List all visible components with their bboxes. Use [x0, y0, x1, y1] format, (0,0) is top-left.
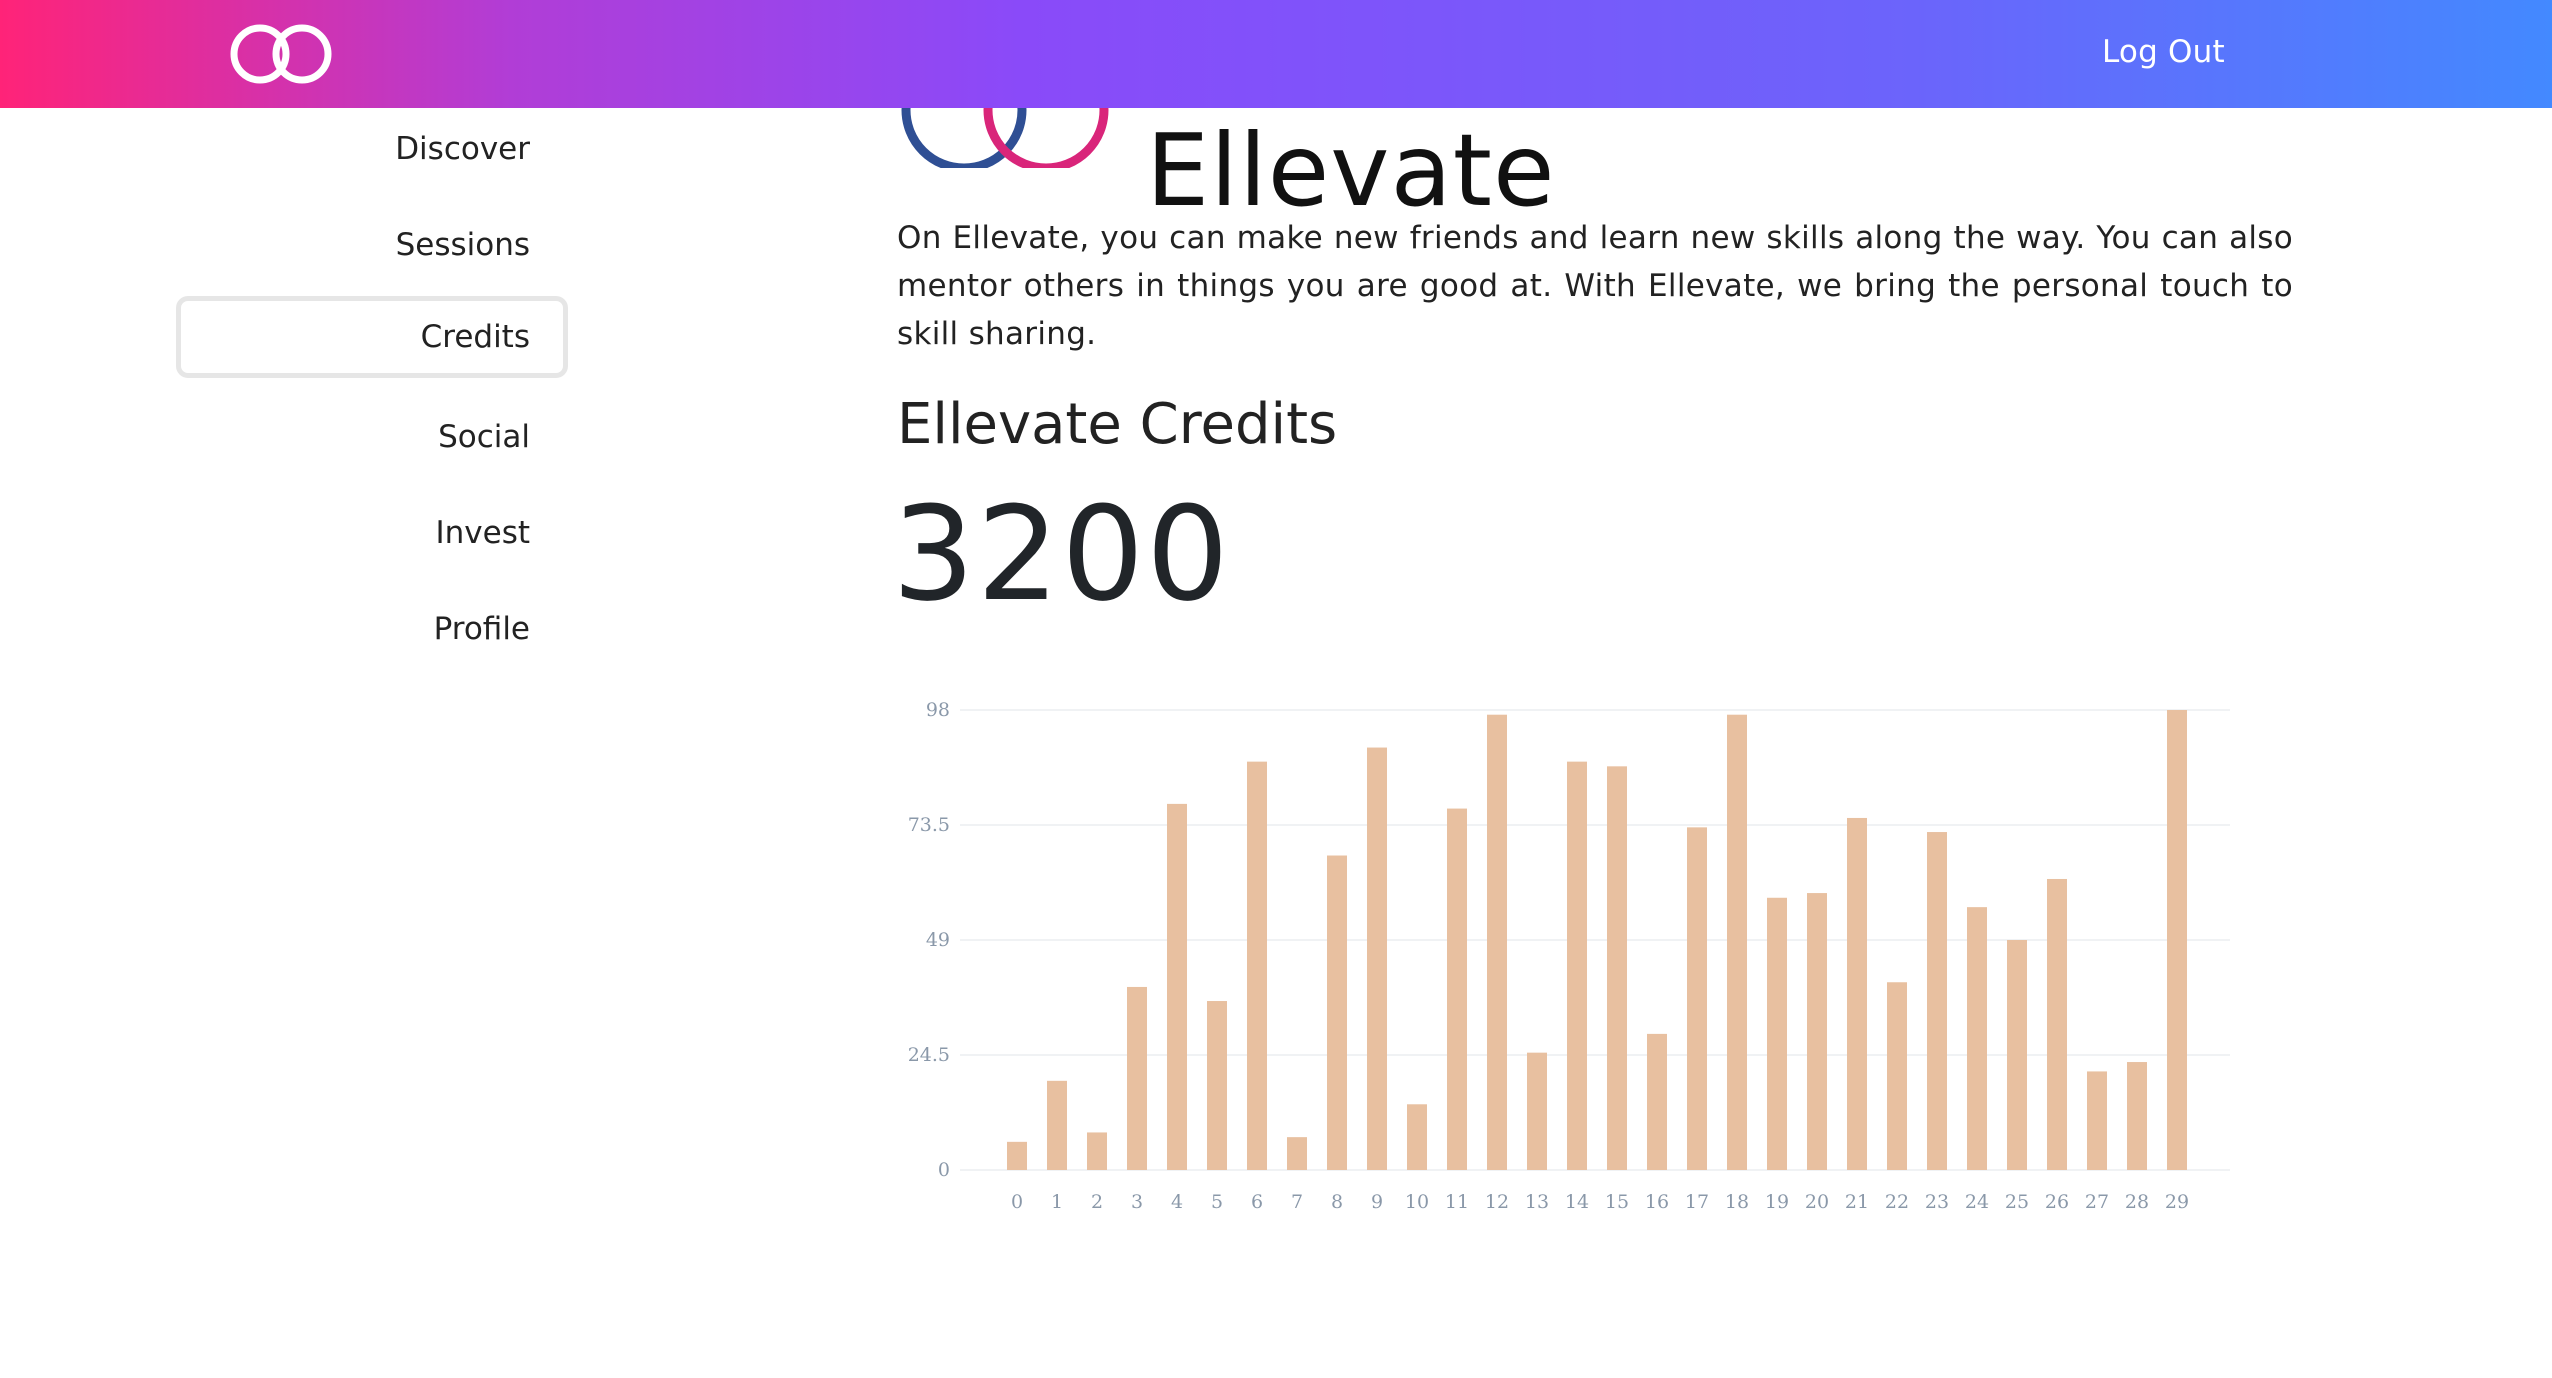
x-tick-label: 26: [2045, 1191, 2069, 1213]
credits-heading: Ellevate Credits: [897, 392, 1338, 457]
x-tick-label: 24: [1965, 1191, 1989, 1213]
logout-button[interactable]: Log Out: [2102, 34, 2225, 70]
brand-logo-icon[interactable]: [228, 22, 334, 86]
bar[interactable]: [1487, 714, 1507, 1170]
x-tick-label: 16: [1645, 1191, 1669, 1213]
x-tick-label: 14: [1565, 1191, 1589, 1213]
bar[interactable]: [1367, 747, 1387, 1170]
bar[interactable]: [1967, 907, 1987, 1170]
bar[interactable]: [1207, 1001, 1227, 1170]
x-tick-label: 0: [1011, 1191, 1023, 1213]
x-tick-label: 2: [1091, 1191, 1103, 1213]
bar[interactable]: [2087, 1071, 2107, 1170]
credits-bar-chart: 024.54973.5980 1 2 3 4 5 6 7 8 9 10 11 12 13 14 15 16 17 1…: [908, 699, 2230, 1213]
x-tick-label: 28: [2125, 1191, 2149, 1213]
x-tick-label: 19: [1765, 1191, 1789, 1213]
bar[interactable]: [1327, 855, 1347, 1170]
x-tick-label: 9: [1371, 1191, 1383, 1213]
bar[interactable]: [1927, 832, 1947, 1170]
logo-wordmark: Ellevate: [1146, 112, 1556, 229]
bar[interactable]: [2127, 1062, 2147, 1170]
x-tick-label: 6: [1251, 1191, 1263, 1213]
y-tick-label: 73.5: [908, 814, 950, 836]
x-tick-label: 13: [1525, 1191, 1549, 1213]
intro-paragraph: On Ellevate, you can make new friends an…: [897, 220, 2293, 352]
bar[interactable]: [1807, 893, 1827, 1170]
bar[interactable]: [1087, 1132, 1107, 1170]
sidebar-item-credits[interactable]: Credits: [176, 296, 568, 378]
sidebar-item-sessions[interactable]: Sessions: [176, 204, 568, 286]
bar[interactable]: [1567, 761, 1587, 1170]
x-tick-label: 7: [1291, 1191, 1303, 1213]
bar[interactable]: [1727, 714, 1747, 1170]
top-navbar: Log Out: [0, 0, 2552, 108]
bar[interactable]: [1607, 766, 1627, 1170]
x-tick-label: 12: [1485, 1191, 1509, 1213]
bar[interactable]: [1167, 803, 1187, 1170]
bar[interactable]: [1647, 1033, 1667, 1170]
x-tick-label: 29: [2165, 1191, 2189, 1213]
x-tick-label: 22: [1885, 1191, 1909, 1213]
bar[interactable]: [1887, 982, 1907, 1170]
bar[interactable]: [1247, 761, 1267, 1170]
bar[interactable]: [1047, 1080, 1067, 1170]
x-tick-label: 1: [1051, 1191, 1063, 1213]
y-tick-label: 0: [938, 1159, 950, 1181]
y-tick-label: 49: [926, 929, 950, 951]
x-tick-label: 4: [1171, 1191, 1183, 1213]
bar[interactable]: [1007, 1141, 1027, 1170]
sidebar-item-profile[interactable]: Profile: [176, 588, 568, 670]
bar[interactable]: [1127, 986, 1147, 1170]
x-tick-label: 25: [2005, 1191, 2029, 1213]
x-tick-label: 23: [1925, 1191, 1949, 1213]
bar[interactable]: [2167, 710, 2187, 1170]
x-tick-label: 15: [1605, 1191, 1629, 1213]
x-tick-label: 5: [1211, 1191, 1223, 1213]
sidebar-item-invest[interactable]: Invest: [176, 492, 568, 574]
sidebar-item-discover[interactable]: Discover: [176, 108, 568, 190]
x-tick-label: 8: [1331, 1191, 1343, 1213]
bar[interactable]: [1287, 1137, 1307, 1170]
y-tick-label: 98: [926, 699, 950, 721]
x-tick-label: 21: [1845, 1191, 1869, 1213]
y-tick-label: 24.5: [908, 1044, 950, 1066]
x-tick-label: 18: [1725, 1191, 1749, 1213]
bar[interactable]: [1847, 817, 1867, 1170]
bar[interactable]: [1687, 827, 1707, 1170]
x-tick-label: 11: [1445, 1191, 1469, 1213]
x-tick-label: 17: [1685, 1191, 1709, 1213]
x-tick-label: 10: [1405, 1191, 1429, 1213]
x-tick-label: 3: [1131, 1191, 1143, 1213]
bar[interactable]: [1767, 897, 1787, 1170]
bar[interactable]: [2007, 940, 2027, 1170]
bar[interactable]: [1527, 1052, 1547, 1170]
bar[interactable]: [1447, 808, 1467, 1170]
bar[interactable]: [2047, 878, 2067, 1170]
sidebar-item-social[interactable]: Social: [176, 396, 568, 478]
bar[interactable]: [1407, 1104, 1427, 1170]
credits-balance: 3200: [892, 478, 1231, 630]
x-tick-label: 27: [2085, 1191, 2109, 1213]
x-tick-label: 20: [1805, 1191, 1829, 1213]
